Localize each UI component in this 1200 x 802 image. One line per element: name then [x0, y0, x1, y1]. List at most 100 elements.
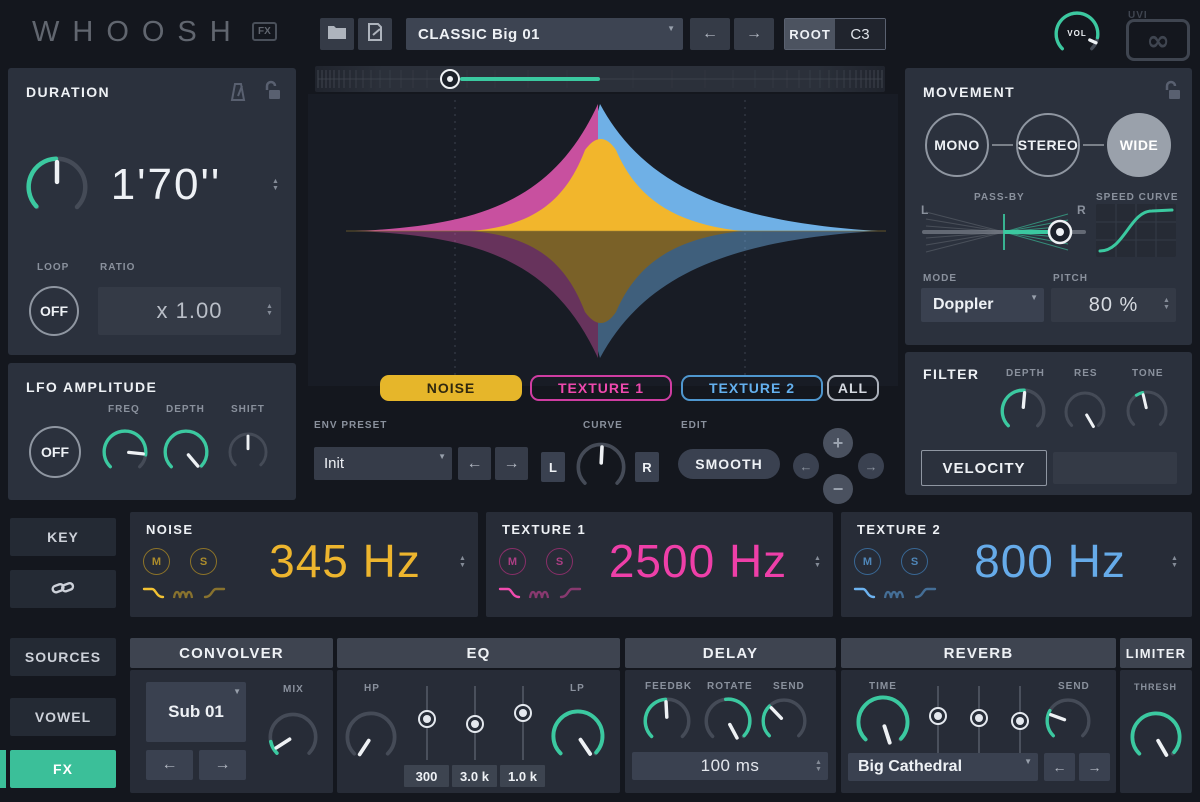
tab-noise[interactable]: NOISE	[380, 375, 522, 401]
reverb-param3-handle[interactable]	[1011, 712, 1029, 730]
eq-hp-knob[interactable]	[345, 711, 397, 768]
root-note-control[interactable]: ROOT C3	[784, 18, 886, 50]
passby-slider[interactable]	[918, 206, 1090, 258]
texture2-comb-icon[interactable]	[883, 586, 907, 605]
env-shift-left-button[interactable]: ←	[793, 453, 819, 479]
texture2-lowpass-icon[interactable]	[853, 586, 877, 605]
preset-next-button[interactable]: →	[734, 18, 774, 50]
noise-lowpass-icon[interactable]	[142, 586, 166, 605]
curve-knob[interactable]	[576, 442, 626, 497]
texture2-freq-value[interactable]: 800 Hz	[935, 534, 1165, 588]
eq-band1-value[interactable]: 300	[404, 765, 449, 787]
movement-lock-icon[interactable]	[1160, 80, 1182, 107]
limiter-thresh-knob[interactable]	[1130, 711, 1182, 768]
reverb-preset-selector[interactable]: Big Cathedral ▼	[848, 753, 1038, 781]
loop-toggle[interactable]: OFF	[29, 286, 79, 336]
movement-wide-button[interactable]: WIDE	[1107, 113, 1171, 177]
texture2-solo-button[interactable]: S	[901, 548, 928, 575]
duration-knob[interactable]	[26, 156, 88, 223]
texture2-mute-button[interactable]: M	[854, 548, 881, 575]
preset-prev-button[interactable]: ←	[690, 18, 730, 50]
texture2-freq-stepper[interactable]: ▲▼	[1171, 555, 1178, 569]
env-shift-right-button[interactable]: →	[858, 453, 884, 479]
delay-rotate-knob[interactable]	[704, 697, 752, 750]
ratio-stepper[interactable]: ▲▼	[266, 303, 273, 317]
eq-band3-value[interactable]: 1.0 k	[500, 765, 545, 787]
envelope-display[interactable]	[308, 94, 898, 386]
reverb-next-button[interactable]: →	[1079, 753, 1110, 781]
env-add-button[interactable]: +	[823, 428, 853, 458]
tab-all[interactable]: ALL	[827, 375, 879, 401]
eq-lp-knob[interactable]	[551, 709, 605, 768]
filter-tone-knob[interactable]	[1126, 390, 1168, 437]
eq-band3-handle[interactable]	[514, 704, 532, 722]
texture1-freq-value[interactable]: 2500 Hz	[582, 534, 814, 588]
sources-tab[interactable]: SOURCES	[10, 638, 116, 676]
reverb-send-knob[interactable]	[1045, 698, 1091, 749]
env-remove-button[interactable]: −	[823, 474, 853, 504]
metronome-icon[interactable]	[228, 82, 248, 107]
scrubber-handle[interactable]	[440, 69, 460, 89]
noise-comb-icon[interactable]	[172, 586, 196, 605]
eq-band1-handle[interactable]	[418, 710, 436, 728]
open-preset-button[interactable]	[320, 18, 354, 50]
convolver-mix-knob[interactable]	[268, 712, 318, 767]
pitch-field[interactable]: 80 %	[1051, 288, 1176, 322]
env-preset-next-button[interactable]: →	[495, 447, 528, 480]
noise-mute-button[interactable]: M	[143, 548, 170, 575]
duration-lock-icon[interactable]	[260, 80, 282, 107]
delay-time-field[interactable]: 100 ms	[632, 752, 828, 780]
eq-band3-slider[interactable]	[522, 686, 524, 760]
root-value[interactable]: C3	[835, 19, 885, 49]
filter-res-knob[interactable]	[1064, 391, 1106, 438]
key-button[interactable]: KEY	[10, 518, 116, 556]
eq-band2-handle[interactable]	[466, 715, 484, 733]
tab-texture2[interactable]: TEXTURE 2	[681, 375, 823, 401]
mode-selector[interactable]: Doppler ▼	[921, 288, 1044, 322]
texture1-solo-button[interactable]: S	[546, 548, 573, 575]
speed-curve-graph[interactable]	[1096, 204, 1176, 257]
reverb-param2-handle[interactable]	[970, 709, 988, 727]
noise-highpass-icon[interactable]	[202, 586, 226, 605]
curve-left-button[interactable]: L	[541, 452, 565, 482]
texture1-comb-icon[interactable]	[528, 586, 552, 605]
convolver-preset-selector[interactable]: Sub 01 ▼	[146, 682, 246, 742]
reverb-param1-handle[interactable]	[929, 707, 947, 725]
noise-freq-stepper[interactable]: ▲▼	[459, 555, 466, 569]
texture1-lowpass-icon[interactable]	[498, 586, 522, 605]
position-scrubber[interactable]	[315, 66, 885, 92]
filter-velocity-slider[interactable]	[1053, 452, 1177, 484]
filter-velocity-button[interactable]: VELOCITY	[921, 450, 1047, 486]
delay-time-stepper[interactable]: ▲▼	[815, 759, 822, 773]
vowel-tab[interactable]: VOWEL	[10, 698, 116, 736]
delay-feedbk-knob[interactable]	[643, 697, 691, 750]
lfo-depth-knob[interactable]	[163, 429, 209, 480]
preset-selector[interactable]: CLASSIC Big 01 ▼	[406, 18, 683, 50]
convolver-prev-button[interactable]: ←	[146, 750, 193, 780]
duration-value[interactable]: 1'70''	[80, 160, 252, 210]
texture1-freq-stepper[interactable]: ▲▼	[814, 555, 821, 569]
env-preset-prev-button[interactable]: ←	[458, 447, 491, 480]
noise-solo-button[interactable]: S	[190, 548, 217, 575]
edit-preset-button[interactable]	[358, 18, 392, 50]
tab-texture1[interactable]: TEXTURE 1	[530, 375, 672, 401]
noise-freq-value[interactable]: 345 Hz	[240, 534, 450, 588]
delay-send-knob[interactable]	[761, 698, 807, 749]
lfo-off-toggle[interactable]: OFF	[29, 426, 81, 478]
edit-smooth-button[interactable]: SMOOTH	[678, 449, 780, 479]
fx-tab[interactable]: FX	[10, 750, 116, 788]
movement-mono-button[interactable]: MONO	[925, 113, 989, 177]
texture1-mute-button[interactable]: M	[499, 548, 526, 575]
reverb-prev-button[interactable]: ←	[1044, 753, 1075, 781]
eq-band2-value[interactable]: 3.0 k	[452, 765, 497, 787]
texture2-highpass-icon[interactable]	[913, 586, 937, 605]
link-button[interactable]	[10, 570, 116, 608]
curve-right-button[interactable]: R	[635, 452, 659, 482]
movement-stereo-button[interactable]: STEREO	[1016, 113, 1080, 177]
duration-stepper[interactable]: ▲▼	[272, 178, 279, 192]
filter-depth-knob[interactable]	[1000, 388, 1046, 439]
pitch-stepper[interactable]: ▲▼	[1163, 297, 1170, 311]
env-preset-selector[interactable]: Init ▼	[314, 447, 452, 480]
lfo-shift-knob[interactable]	[228, 432, 268, 477]
ratio-field[interactable]: x 1.00	[98, 287, 281, 335]
